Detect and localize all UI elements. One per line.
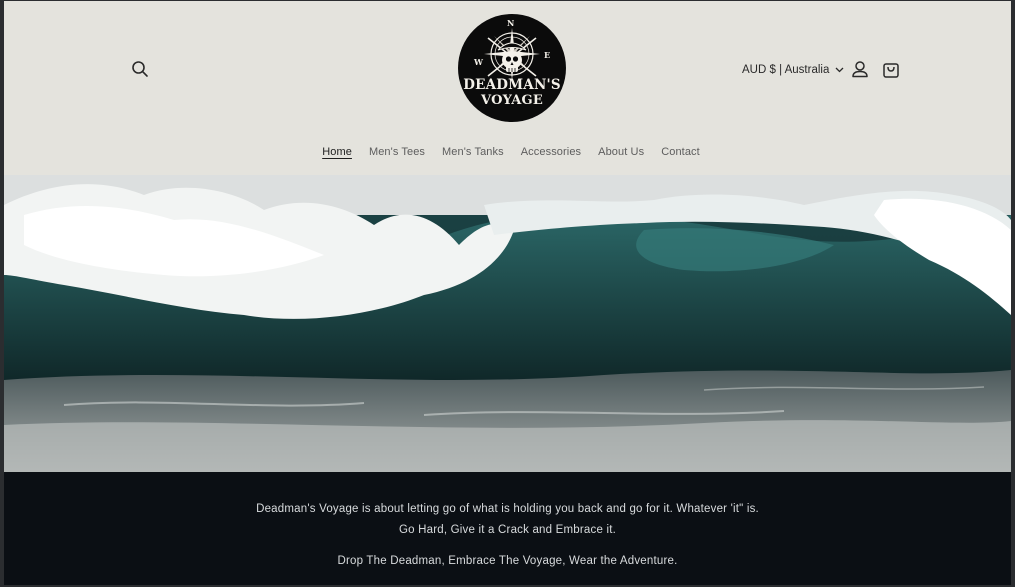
site-header: N W E DEADMAN'S VOYAGE AUD $ | Australia xyxy=(4,1,1011,175)
hero-wave-image xyxy=(4,175,1011,472)
banner-text-line3: Drop The Deadman, Embrace The Voyage, We… xyxy=(337,555,678,567)
banner-text-line1: Deadman's Voyage is about letting go of … xyxy=(256,503,759,515)
search-icon xyxy=(132,61,148,77)
nav-mens-tanks[interactable]: Men's Tanks xyxy=(442,146,504,158)
page: N W E DEADMAN'S VOYAGE AUD $ | Australia xyxy=(4,1,1011,585)
compass-w-label: W xyxy=(474,57,483,67)
brand-message-banner: Deadman's Voyage is about letting go of … xyxy=(4,472,1011,585)
nav-accessories[interactable]: Accessories xyxy=(521,146,581,158)
chevron-down-icon xyxy=(835,67,844,73)
wave-illustration xyxy=(4,175,1011,472)
currency-selector[interactable]: AUD $ | Australia xyxy=(742,61,844,79)
nav-mens-tees[interactable]: Men's Tees xyxy=(369,146,425,158)
cart-button[interactable] xyxy=(880,58,902,80)
account-icon xyxy=(852,61,868,78)
compass-e-label: E xyxy=(544,50,551,60)
nav-contact[interactable]: Contact xyxy=(661,146,700,158)
nav-home[interactable]: Home xyxy=(322,146,352,158)
compass-n-label: N xyxy=(507,18,515,28)
site-logo[interactable]: N W E DEADMAN'S VOYAGE xyxy=(458,14,566,122)
search-button[interactable] xyxy=(128,57,152,81)
currency-label: AUD $ | Australia xyxy=(742,64,830,76)
logo-wordmark-line2: VOYAGE xyxy=(481,93,543,108)
account-button[interactable] xyxy=(849,58,871,80)
nav-about-us[interactable]: About Us xyxy=(598,146,644,158)
browser-frame: N W E DEADMAN'S VOYAGE AUD $ | Australia xyxy=(0,0,1015,587)
banner-text-line2: Go Hard, Give it a Crack and Embrace it. xyxy=(399,524,616,536)
logo-wordmark-line1: DEADMAN'S xyxy=(463,77,561,93)
main-navigation: Home Men's Tees Men's Tanks Accessories … xyxy=(4,146,1011,158)
cart-icon xyxy=(883,63,899,78)
